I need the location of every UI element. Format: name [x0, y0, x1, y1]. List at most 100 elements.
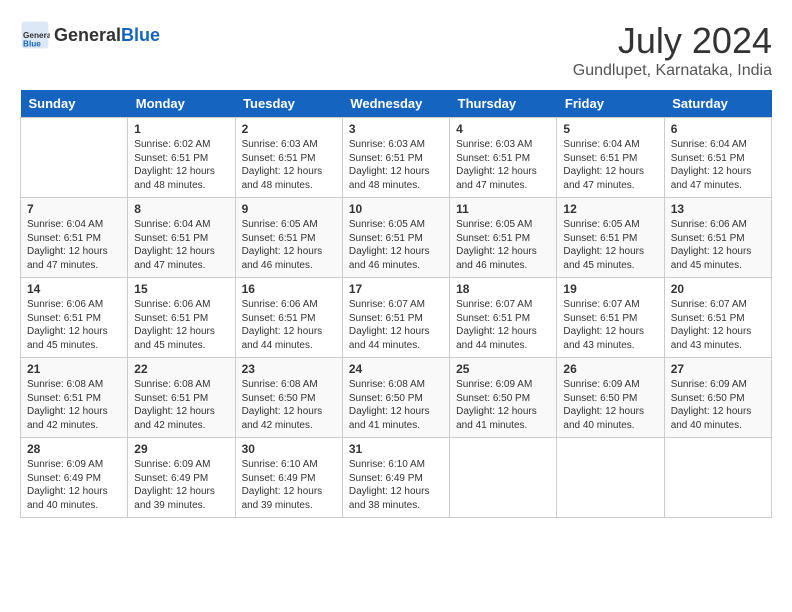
cell-content: Sunrise: 6:09 AM Sunset: 6:49 PM Dayligh… [134, 458, 228, 512]
logo: General Blue GeneralBlue [20, 20, 160, 50]
day-number: 20 [671, 282, 765, 296]
calendar-cell: 8 Sunrise: 6:04 AM Sunset: 6:51 PM Daylig… [128, 198, 235, 278]
location-subtitle: Gundlupet, Karnataka, India [573, 62, 772, 80]
logo-text: GeneralBlue [54, 25, 160, 46]
cell-content: Sunrise: 6:07 AM Sunset: 6:51 PM Dayligh… [671, 298, 765, 352]
day-number: 26 [563, 362, 657, 376]
calendar-cell: 1Sunrise: 6:02 AM Sunset: 6:51 PM Daylig… [128, 118, 235, 198]
calendar-cell: 11 Sunrise: 6:05 AM Sunset: 6:51 PM Dayli… [450, 198, 557, 278]
calendar-cell: 20 Sunrise: 6:07 AM Sunset: 6:51 PM Dayli… [664, 278, 771, 358]
day-number: 25 [456, 362, 550, 376]
cell-content: Sunrise: 6:08 AM Sunset: 6:51 PM Dayligh… [134, 378, 228, 432]
day-number: 3 [349, 122, 443, 136]
calendar-week-row: 7 Sunrise: 6:04 AM Sunset: 6:51 PM Daylig… [21, 198, 772, 278]
day-number: 28 [27, 442, 121, 456]
logo-icon: General Blue [20, 20, 50, 50]
calendar-cell: 23 Sunrise: 6:08 AM Sunset: 6:50 PM Dayli… [235, 358, 342, 438]
day-number: 27 [671, 362, 765, 376]
day-number: 12 [563, 202, 657, 216]
cell-content: Sunrise: 6:08 AM Sunset: 6:50 PM Dayligh… [349, 378, 443, 432]
day-number: 4 [456, 122, 550, 136]
day-number: 18 [456, 282, 550, 296]
title-area: July 2024 Gundlupet, Karnataka, India [573, 20, 772, 80]
calendar-cell: 24 Sunrise: 6:08 AM Sunset: 6:50 PM Dayli… [342, 358, 449, 438]
calendar-cell [21, 118, 128, 198]
calendar-cell: 2 Sunrise: 6:03 AM Sunset: 6:51 PM Daylig… [235, 118, 342, 198]
day-number: 16 [242, 282, 336, 296]
calendar-cell: 31Sunrise: 6:10 AM Sunset: 6:49 PM Dayli… [342, 438, 449, 518]
header-day-tuesday: Tuesday [235, 90, 342, 118]
calendar-cell [557, 438, 664, 518]
day-number: 21 [27, 362, 121, 376]
cell-content: Sunrise: 6:09 AM Sunset: 6:49 PM Dayligh… [27, 458, 121, 512]
day-number: 23 [242, 362, 336, 376]
cell-content: Sunrise: 6:08 AM Sunset: 6:51 PM Dayligh… [27, 378, 121, 432]
month-year-title: July 2024 [573, 20, 772, 62]
day-number: 1 [134, 122, 228, 136]
calendar-cell: 26 Sunrise: 6:09 AM Sunset: 6:50 PM Dayli… [557, 358, 664, 438]
calendar-cell: 16 Sunrise: 6:06 AM Sunset: 6:51 PM Dayli… [235, 278, 342, 358]
cell-content: Sunrise: 6:09 AM Sunset: 6:50 PM Dayligh… [456, 378, 550, 432]
calendar-cell: 15 Sunrise: 6:06 AM Sunset: 6:51 PM Dayli… [128, 278, 235, 358]
day-number: 29 [134, 442, 228, 456]
day-number: 10 [349, 202, 443, 216]
day-number: 9 [242, 202, 336, 216]
calendar-cell: 21 Sunrise: 6:08 AM Sunset: 6:51 PM Dayli… [21, 358, 128, 438]
calendar-cell: 5 Sunrise: 6:04 AM Sunset: 6:51 PM Daylig… [557, 118, 664, 198]
cell-content: Sunrise: 6:10 AM Sunset: 6:49 PM Dayligh… [242, 458, 336, 512]
calendar-cell [664, 438, 771, 518]
calendar-cell: 10Sunrise: 6:05 AM Sunset: 6:51 PM Dayli… [342, 198, 449, 278]
day-number: 17 [349, 282, 443, 296]
svg-text:Blue: Blue [23, 39, 41, 48]
day-number: 15 [134, 282, 228, 296]
calendar-cell: 29 Sunrise: 6:09 AM Sunset: 6:49 PM Dayli… [128, 438, 235, 518]
calendar-cell: 3 Sunrise: 6:03 AM Sunset: 6:51 PM Daylig… [342, 118, 449, 198]
day-number: 14 [27, 282, 121, 296]
day-number: 30 [242, 442, 336, 456]
cell-content: Sunrise: 6:05 AM Sunset: 6:51 PM Dayligh… [563, 218, 657, 272]
cell-content: Sunrise: 6:06 AM Sunset: 6:51 PM Dayligh… [242, 298, 336, 352]
day-number: 8 [134, 202, 228, 216]
calendar-cell: 7 Sunrise: 6:04 AM Sunset: 6:51 PM Daylig… [21, 198, 128, 278]
day-number: 2 [242, 122, 336, 136]
cell-content: Sunrise: 6:07 AM Sunset: 6:51 PM Dayligh… [456, 298, 550, 352]
calendar-cell [450, 438, 557, 518]
cell-content: Sunrise: 6:03 AM Sunset: 6:51 PM Dayligh… [456, 138, 550, 192]
cell-content: Sunrise: 6:08 AM Sunset: 6:50 PM Dayligh… [242, 378, 336, 432]
calendar-cell: 17 Sunrise: 6:07 AM Sunset: 6:51 PM Dayli… [342, 278, 449, 358]
day-number: 19 [563, 282, 657, 296]
cell-content: Sunrise: 6:10 AM Sunset: 6:49 PM Dayligh… [349, 458, 443, 512]
cell-content: Sunrise: 6:05 AM Sunset: 6:51 PM Dayligh… [456, 218, 550, 272]
header-day-monday: Monday [128, 90, 235, 118]
cell-content: Sunrise: 6:04 AM Sunset: 6:51 PM Dayligh… [563, 138, 657, 192]
calendar-week-row: 28 Sunrise: 6:09 AM Sunset: 6:49 PM Dayli… [21, 438, 772, 518]
header-day-thursday: Thursday [450, 90, 557, 118]
calendar-cell: 4 Sunrise: 6:03 AM Sunset: 6:51 PM Daylig… [450, 118, 557, 198]
day-number: 5 [563, 122, 657, 136]
day-number: 6 [671, 122, 765, 136]
calendar-cell: 12 Sunrise: 6:05 AM Sunset: 6:51 PM Dayli… [557, 198, 664, 278]
day-number: 24 [349, 362, 443, 376]
calendar-header-row: SundayMondayTuesdayWednesdayThursdayFrid… [21, 90, 772, 118]
calendar-cell: 30 Sunrise: 6:10 AM Sunset: 6:49 PM Dayli… [235, 438, 342, 518]
day-number: 13 [671, 202, 765, 216]
cell-content: Sunrise: 6:07 AM Sunset: 6:51 PM Dayligh… [349, 298, 443, 352]
cell-content: Sunrise: 6:07 AM Sunset: 6:51 PM Dayligh… [563, 298, 657, 352]
cell-content: Sunrise: 6:06 AM Sunset: 6:51 PM Dayligh… [671, 218, 765, 272]
cell-content: Sunrise: 6:04 AM Sunset: 6:51 PM Dayligh… [27, 218, 121, 272]
calendar-table: SundayMondayTuesdayWednesdayThursdayFrid… [20, 90, 772, 518]
calendar-week-row: 21 Sunrise: 6:08 AM Sunset: 6:51 PM Dayli… [21, 358, 772, 438]
cell-content: Sunrise: 6:03 AM Sunset: 6:51 PM Dayligh… [242, 138, 336, 192]
cell-content: Sunrise: 6:09 AM Sunset: 6:50 PM Dayligh… [563, 378, 657, 432]
cell-content: Sunrise: 6:06 AM Sunset: 6:51 PM Dayligh… [134, 298, 228, 352]
cell-content: Sunrise: 6:04 AM Sunset: 6:51 PM Dayligh… [134, 218, 228, 272]
calendar-cell: 14Sunrise: 6:06 AM Sunset: 6:51 PM Dayli… [21, 278, 128, 358]
day-number: 11 [456, 202, 550, 216]
cell-content: Sunrise: 6:03 AM Sunset: 6:51 PM Dayligh… [349, 138, 443, 192]
calendar-cell: 27Sunrise: 6:09 AM Sunset: 6:50 PM Dayli… [664, 358, 771, 438]
day-number: 7 [27, 202, 121, 216]
calendar-cell: 6Sunrise: 6:04 AM Sunset: 6:51 PM Daylig… [664, 118, 771, 198]
cell-content: Sunrise: 6:05 AM Sunset: 6:51 PM Dayligh… [242, 218, 336, 272]
calendar-cell: 19 Sunrise: 6:07 AM Sunset: 6:51 PM Dayli… [557, 278, 664, 358]
header: General Blue GeneralBlue July 2024 Gundl… [20, 20, 772, 80]
